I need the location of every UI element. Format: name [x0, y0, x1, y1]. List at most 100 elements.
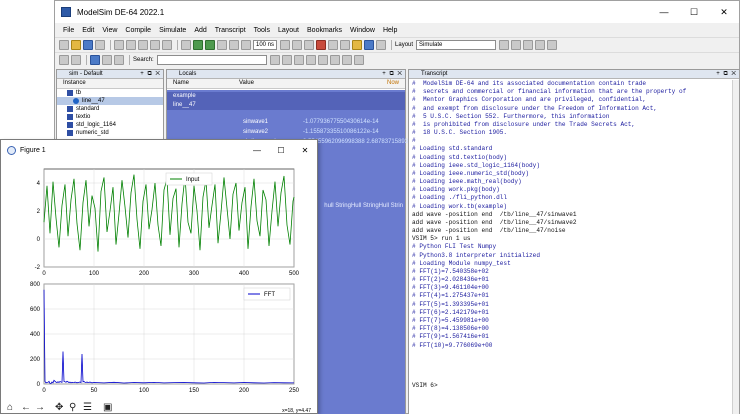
menu-help[interactable]: Help — [379, 27, 401, 34]
zoom-icon[interactable]: ⚲ — [69, 402, 76, 414]
paste-icon[interactable] — [138, 39, 148, 50]
minimize-button[interactable]: — — [649, 1, 679, 23]
home-icon[interactable]: ⌂ — [7, 402, 13, 414]
locals-row[interactable]: line__47 — [167, 101, 405, 110]
dataflow-icon[interactable] — [376, 39, 387, 50]
menu-view[interactable]: View — [98, 27, 121, 34]
source-icon[interactable] — [90, 54, 100, 65]
menu-compile[interactable]: Compile — [121, 27, 155, 34]
new-file-icon[interactable] — [59, 39, 69, 50]
instance-row[interactable]: textio — [57, 113, 163, 121]
transcript-scrollbar[interactable] — [732, 80, 739, 414]
zoom-in-icon[interactable] — [511, 39, 522, 50]
bookmark-icon[interactable] — [317, 54, 328, 65]
vsim-prompt[interactable]: VSIM 6> — [412, 382, 736, 390]
instance-row[interactable]: tb — [57, 89, 163, 97]
bookmark-list-icon[interactable] — [329, 54, 340, 65]
toolbar-separator — [86, 54, 87, 65]
search-zoom-icon[interactable] — [269, 54, 280, 65]
search-input[interactable] — [156, 54, 267, 65]
menu-simulate[interactable]: Simulate — [155, 27, 190, 34]
compile-icon[interactable] — [193, 39, 203, 50]
pane-controls[interactable]: + ⧉ ✕ — [382, 70, 403, 78]
cut-icon[interactable] — [114, 39, 124, 50]
figure-maximize-button[interactable]: ☐ — [269, 140, 293, 160]
instance-label: line__47 — [82, 98, 105, 104]
copy-icon[interactable] — [126, 39, 136, 50]
transcript-line: VSIM 5> run 1 us — [412, 235, 471, 243]
transcript-line: add wave -position end /tb/line__47/nois… — [412, 227, 566, 235]
restart-icon[interactable] — [241, 39, 251, 50]
continue-icon[interactable] — [292, 39, 303, 50]
find-icon[interactable] — [181, 39, 191, 50]
undo-icon[interactable] — [150, 39, 160, 50]
sim-pane-header: sim - Default + ⧉ ✕ — [57, 70, 163, 79]
print-icon[interactable] — [95, 39, 105, 50]
stop-icon[interactable] — [352, 39, 363, 50]
close-button[interactable]: ✕ — [709, 1, 739, 23]
figure-close-button[interactable]: ✕ — [293, 140, 317, 160]
search-options-icon[interactable] — [305, 54, 316, 65]
menu-transcript[interactable]: Transcript — [211, 27, 250, 34]
step-back-icon[interactable] — [114, 54, 124, 65]
redo-icon[interactable] — [162, 39, 172, 50]
forward-arrow-icon[interactable] — [229, 39, 239, 50]
y-tick-label: 0 — [37, 382, 41, 388]
step-out-icon[interactable] — [340, 39, 351, 50]
forward-icon[interactable]: → — [35, 402, 45, 414]
menu-file[interactable]: File — [59, 27, 78, 34]
instance-column-header[interactable]: Instance — [57, 79, 163, 89]
layout-icon[interactable] — [71, 54, 81, 65]
instance-row[interactable]: line__47 — [57, 97, 163, 105]
value-column-label[interactable]: Value — [239, 79, 254, 88]
menu-layout[interactable]: Layout — [274, 27, 303, 34]
open-folder-icon[interactable] — [71, 39, 81, 50]
run-icon[interactable] — [280, 39, 291, 50]
zoom-full-icon[interactable] — [535, 39, 546, 50]
figure-minimize-button[interactable]: — — [245, 140, 269, 160]
zoom-cursor-icon[interactable] — [547, 39, 558, 50]
maximize-button[interactable]: ☐ — [679, 1, 709, 23]
layout-select[interactable]: Simulate — [416, 39, 497, 50]
back-arrow-icon[interactable] — [217, 39, 227, 50]
menu-edit[interactable]: Edit — [78, 27, 98, 34]
y-tick-label: 600 — [30, 307, 41, 313]
step-over-icon[interactable] — [328, 39, 339, 50]
save-icon[interactable]: ▣ — [103, 402, 112, 414]
instance-row[interactable]: std_logic_1164 — [57, 121, 163, 129]
cursor-add-icon[interactable] — [341, 54, 352, 65]
pan-icon[interactable]: ✥ — [55, 402, 63, 414]
configure-icon[interactable]: ☰ — [83, 402, 92, 414]
search-next-icon[interactable] — [281, 54, 292, 65]
pane-controls[interactable]: + ⧉ ✕ — [716, 70, 737, 78]
menu-tools[interactable]: Tools — [250, 27, 274, 34]
step-into-icon[interactable] — [102, 54, 112, 65]
help-icon[interactable] — [59, 54, 69, 65]
run-length-field[interactable]: 100 ns — [253, 39, 278, 50]
menu-bookmarks[interactable]: Bookmarks — [303, 27, 346, 34]
pane-controls[interactable]: + ⧉ ✕ — [140, 70, 161, 78]
cursor-icon[interactable] — [499, 39, 510, 50]
wave-icon[interactable] — [364, 39, 375, 50]
save-icon[interactable] — [83, 39, 93, 50]
menu-add[interactable]: Add — [190, 27, 210, 34]
step-icon[interactable] — [205, 39, 215, 50]
search-prev-icon[interactable] — [293, 54, 304, 65]
name-column-label[interactable]: Name — [173, 79, 189, 88]
locals-row[interactable]: example — [167, 92, 405, 101]
back-icon[interactable]: ← — [21, 402, 31, 414]
package-icon — [67, 122, 73, 128]
instance-row[interactable]: standard — [57, 105, 163, 113]
break-icon[interactable] — [316, 39, 327, 50]
transcript-line: # FFT(3)=9.461104e+00 — [412, 284, 489, 292]
run-all-icon[interactable] — [304, 39, 315, 50]
toolbar-separator — [129, 54, 130, 65]
instance-row[interactable]: numeric_std — [57, 129, 163, 137]
menu-window[interactable]: Window — [346, 27, 379, 34]
locals-row[interactable]: sinwave2 -1.15587335510086122e-14 — [167, 128, 405, 137]
transcript-text[interactable]: # ModelSim DE-64 and its associated docu… — [409, 80, 739, 414]
figure-canvas[interactable]: -20240 100 200 300 400 500Input02004006008000… — [1, 160, 317, 407]
zoom-out-icon[interactable] — [523, 39, 534, 50]
cursor-delete-icon[interactable] — [353, 54, 364, 65]
locals-row[interactable]: sinwave1 -1.07793677550430614e-14 — [167, 118, 405, 127]
